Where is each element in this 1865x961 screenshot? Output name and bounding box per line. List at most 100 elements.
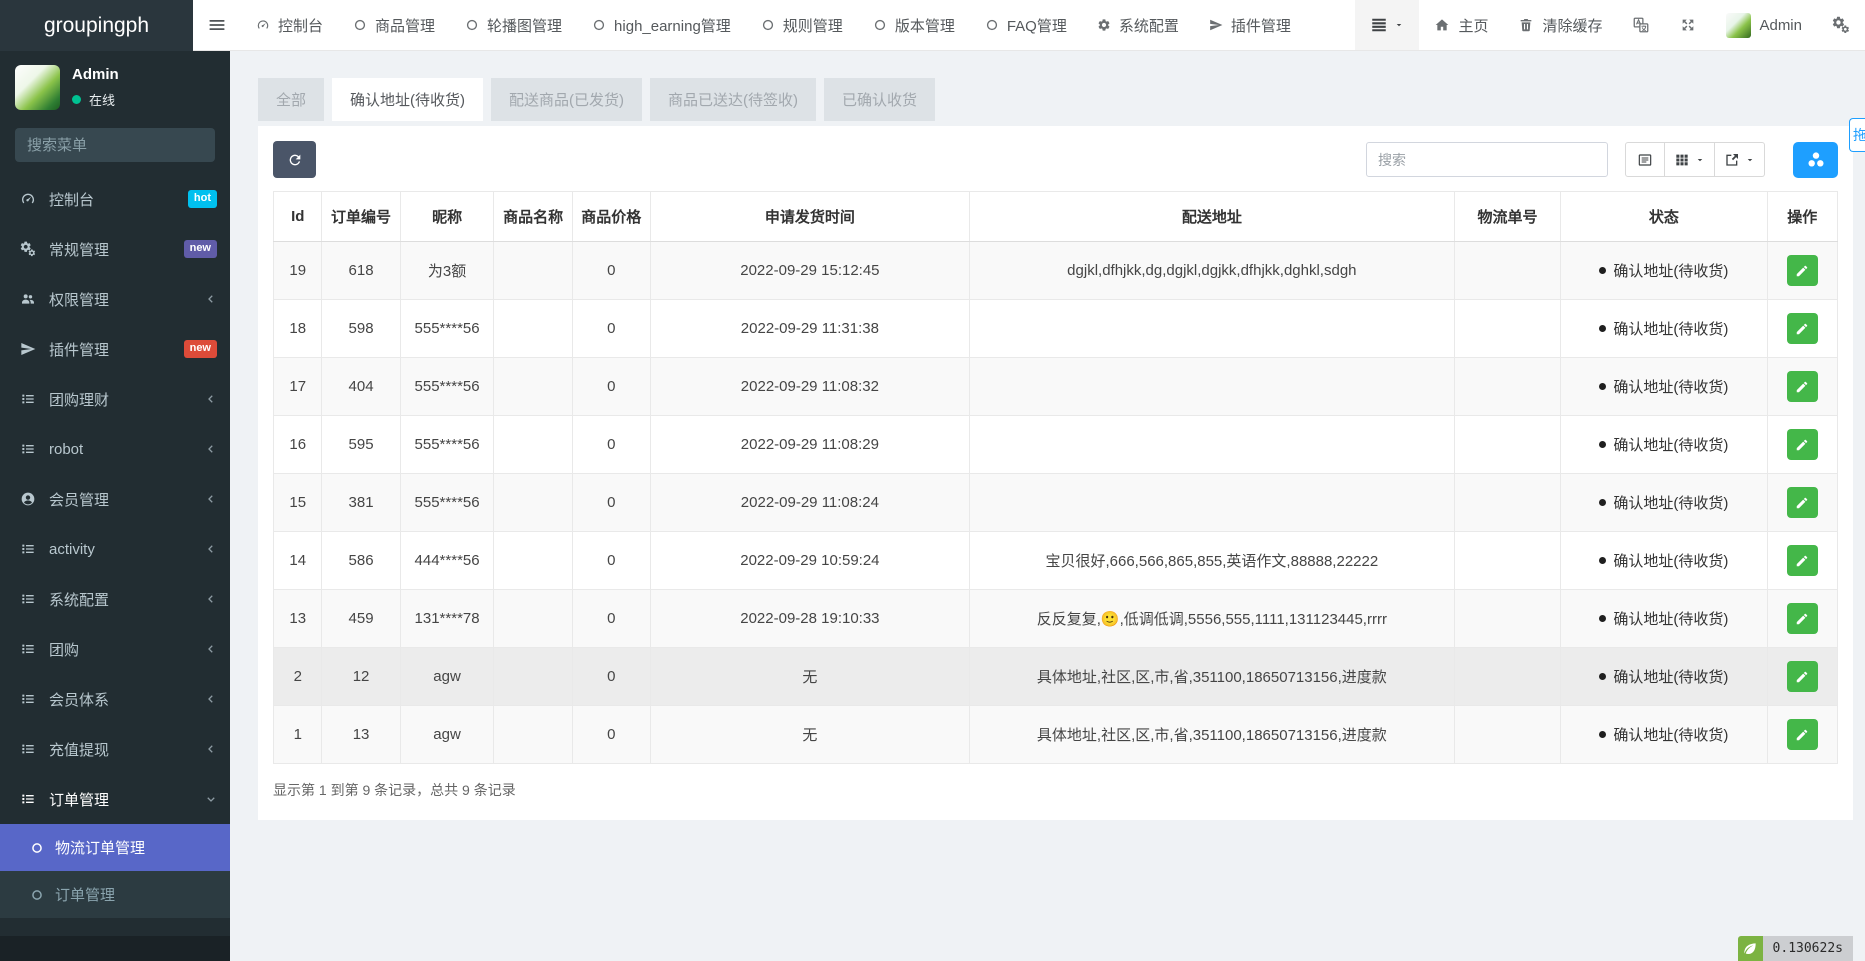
table-row: 14586444****5602022-09-29 10:59:24宝贝很好,6…: [274, 532, 1838, 590]
sidebar-item-general[interactable]: 常规管理new: [0, 224, 230, 274]
netdisk-button[interactable]: [1793, 142, 1838, 178]
nav-item-faq[interactable]: FAQ管理: [970, 0, 1082, 50]
chevron-left-icon: [205, 543, 217, 555]
columns-dropdown-button[interactable]: [1665, 142, 1715, 177]
circle-icon: [985, 18, 999, 32]
nav-item-banner[interactable]: 轮播图管理: [450, 0, 577, 50]
cell-apply_time: 无: [650, 648, 969, 706]
status-dot-icon: [1599, 441, 1606, 448]
sidebar-item-recharge-withdraw[interactable]: 充值提现: [0, 724, 230, 774]
cell-price: 0: [572, 358, 650, 416]
sidebar-subitem-logistics-orders[interactable]: 物流订单管理: [0, 824, 230, 871]
edit-button[interactable]: [1787, 313, 1818, 344]
tab-3[interactable]: 商品已送达(待签收): [650, 78, 816, 121]
nav-item-version[interactable]: 版本管理: [858, 0, 970, 50]
cell-id: 1: [274, 706, 322, 764]
column-header[interactable]: 状态: [1561, 192, 1767, 242]
column-header[interactable]: 商品价格: [572, 192, 650, 242]
sidebar-item-members[interactable]: 会员管理: [0, 474, 230, 524]
edit-button[interactable]: [1787, 255, 1818, 286]
top-navbar: 控制台商品管理轮播图管理high_earning管理规则管理版本管理FAQ管理系…: [193, 0, 1865, 51]
caret-down-icon: [1745, 155, 1755, 165]
sidebar-item-robot[interactable]: robot: [0, 424, 230, 474]
column-header[interactable]: 配送地址: [969, 192, 1454, 242]
main-content: 全部确认地址(待收货)配送商品(已发货)商品已送达(待签收)已确认收货: [230, 51, 1865, 961]
home-icon: [1434, 17, 1450, 33]
tab-0[interactable]: 全部: [258, 78, 324, 121]
refresh-button[interactable]: [273, 141, 316, 178]
detail-view-button[interactable]: [1625, 142, 1665, 177]
status-dot-icon: [1599, 383, 1606, 390]
column-header[interactable]: 昵称: [400, 192, 494, 242]
sidebar-item-label: 常规管理: [49, 239, 184, 260]
cell-address: [969, 416, 1454, 474]
nav-translate[interactable]: [1617, 0, 1665, 50]
cell-nickname: 555****56: [400, 358, 494, 416]
column-header[interactable]: Id: [274, 192, 322, 242]
column-header[interactable]: 申请发货时间: [650, 192, 969, 242]
sidebar-search-input[interactable]: [27, 137, 226, 154]
edit-button[interactable]: [1787, 603, 1818, 634]
avatar[interactable]: [15, 65, 60, 110]
edit-button[interactable]: [1787, 371, 1818, 402]
trace-toggle-button[interactable]: [1738, 936, 1763, 961]
nav-item-rules[interactable]: 规则管理: [746, 0, 858, 50]
cell-id: 13: [274, 590, 322, 648]
circle-icon: [30, 888, 44, 902]
nav-item-console[interactable]: 控制台: [241, 0, 338, 50]
sidebar-item-order-manage[interactable]: 订单管理: [0, 774, 230, 824]
column-header[interactable]: 物流单号: [1454, 192, 1560, 242]
nav-fullscreen[interactable]: [1665, 0, 1711, 50]
chevron-left-icon: [205, 293, 217, 305]
sidebar-item-groupbuy-finance[interactable]: 团购理财: [0, 374, 230, 424]
drag-handle[interactable]: 拖: [1849, 118, 1865, 152]
edit-button[interactable]: [1787, 429, 1818, 460]
status-label: 确认地址(待收货): [1613, 611, 1728, 628]
export-icon: [1724, 152, 1740, 168]
sidebar-item-member-system[interactable]: 会员体系: [0, 674, 230, 724]
sidebar-item-system-config[interactable]: 系统配置: [0, 574, 230, 624]
tab-2[interactable]: 配送商品(已发货): [491, 78, 642, 121]
sidebar-item-console[interactable]: 控制台hot: [0, 174, 230, 224]
column-header[interactable]: 操作: [1767, 192, 1837, 242]
cell-order_no: 12: [322, 648, 400, 706]
sidebar-toggle-button[interactable]: [193, 0, 241, 50]
status-dot-icon: [1599, 325, 1606, 332]
sidebar-item-addons[interactable]: 插件管理new: [0, 324, 230, 374]
cell-tracking_no: [1454, 416, 1560, 474]
nav-home[interactable]: 主页: [1419, 0, 1503, 50]
dashboard-icon: [18, 191, 38, 207]
sidebar-subitem-label: 物流订单管理: [55, 837, 145, 858]
cell-status: 确认地址(待收货): [1561, 474, 1767, 532]
column-header[interactable]: 商品名称: [494, 192, 572, 242]
nav-item-addons[interactable]: 插件管理: [1194, 0, 1306, 50]
sidebar-subitem-orders[interactable]: 订单管理: [0, 871, 230, 918]
column-header[interactable]: 订单编号: [322, 192, 400, 242]
sidebar-item-groupbuy[interactable]: 团购: [0, 624, 230, 674]
tab-4[interactable]: 已确认收货: [824, 78, 935, 121]
nav-list-dropdown[interactable]: [1355, 0, 1419, 50]
sidebar-item-label: activity: [49, 541, 205, 558]
cell-operation: [1767, 532, 1837, 590]
export-dropdown-button[interactable]: [1715, 142, 1765, 177]
edit-button[interactable]: [1787, 545, 1818, 576]
chevron-left-icon: [205, 743, 217, 755]
nav-user-menu[interactable]: Admin: [1711, 0, 1817, 50]
table-search-input[interactable]: [1366, 142, 1608, 177]
edit-button[interactable]: [1787, 487, 1818, 518]
sidebar-item-activity[interactable]: activity: [0, 524, 230, 574]
nav-item-goods[interactable]: 商品管理: [338, 0, 450, 50]
nav-item-system-config[interactable]: 系统配置: [1082, 0, 1194, 50]
records-summary: 显示第 1 到第 9 条记录，总共 9 条记录: [273, 780, 1838, 800]
cell-product_name: [494, 648, 572, 706]
sidebar-item-auth[interactable]: 权限管理: [0, 274, 230, 324]
nav-item-high-earning[interactable]: high_earning管理: [577, 0, 746, 50]
edit-button[interactable]: [1787, 661, 1818, 692]
tab-1[interactable]: 确认地址(待收货): [332, 78, 483, 121]
edit-button[interactable]: [1787, 719, 1818, 750]
brand-logo[interactable]: groupingph: [0, 0, 193, 51]
nav-config[interactable]: [1817, 0, 1865, 50]
cell-id: 14: [274, 532, 322, 590]
status-label: 确认地址(待收货): [1613, 437, 1728, 454]
nav-clear-cache[interactable]: 清除缓存: [1503, 0, 1617, 50]
